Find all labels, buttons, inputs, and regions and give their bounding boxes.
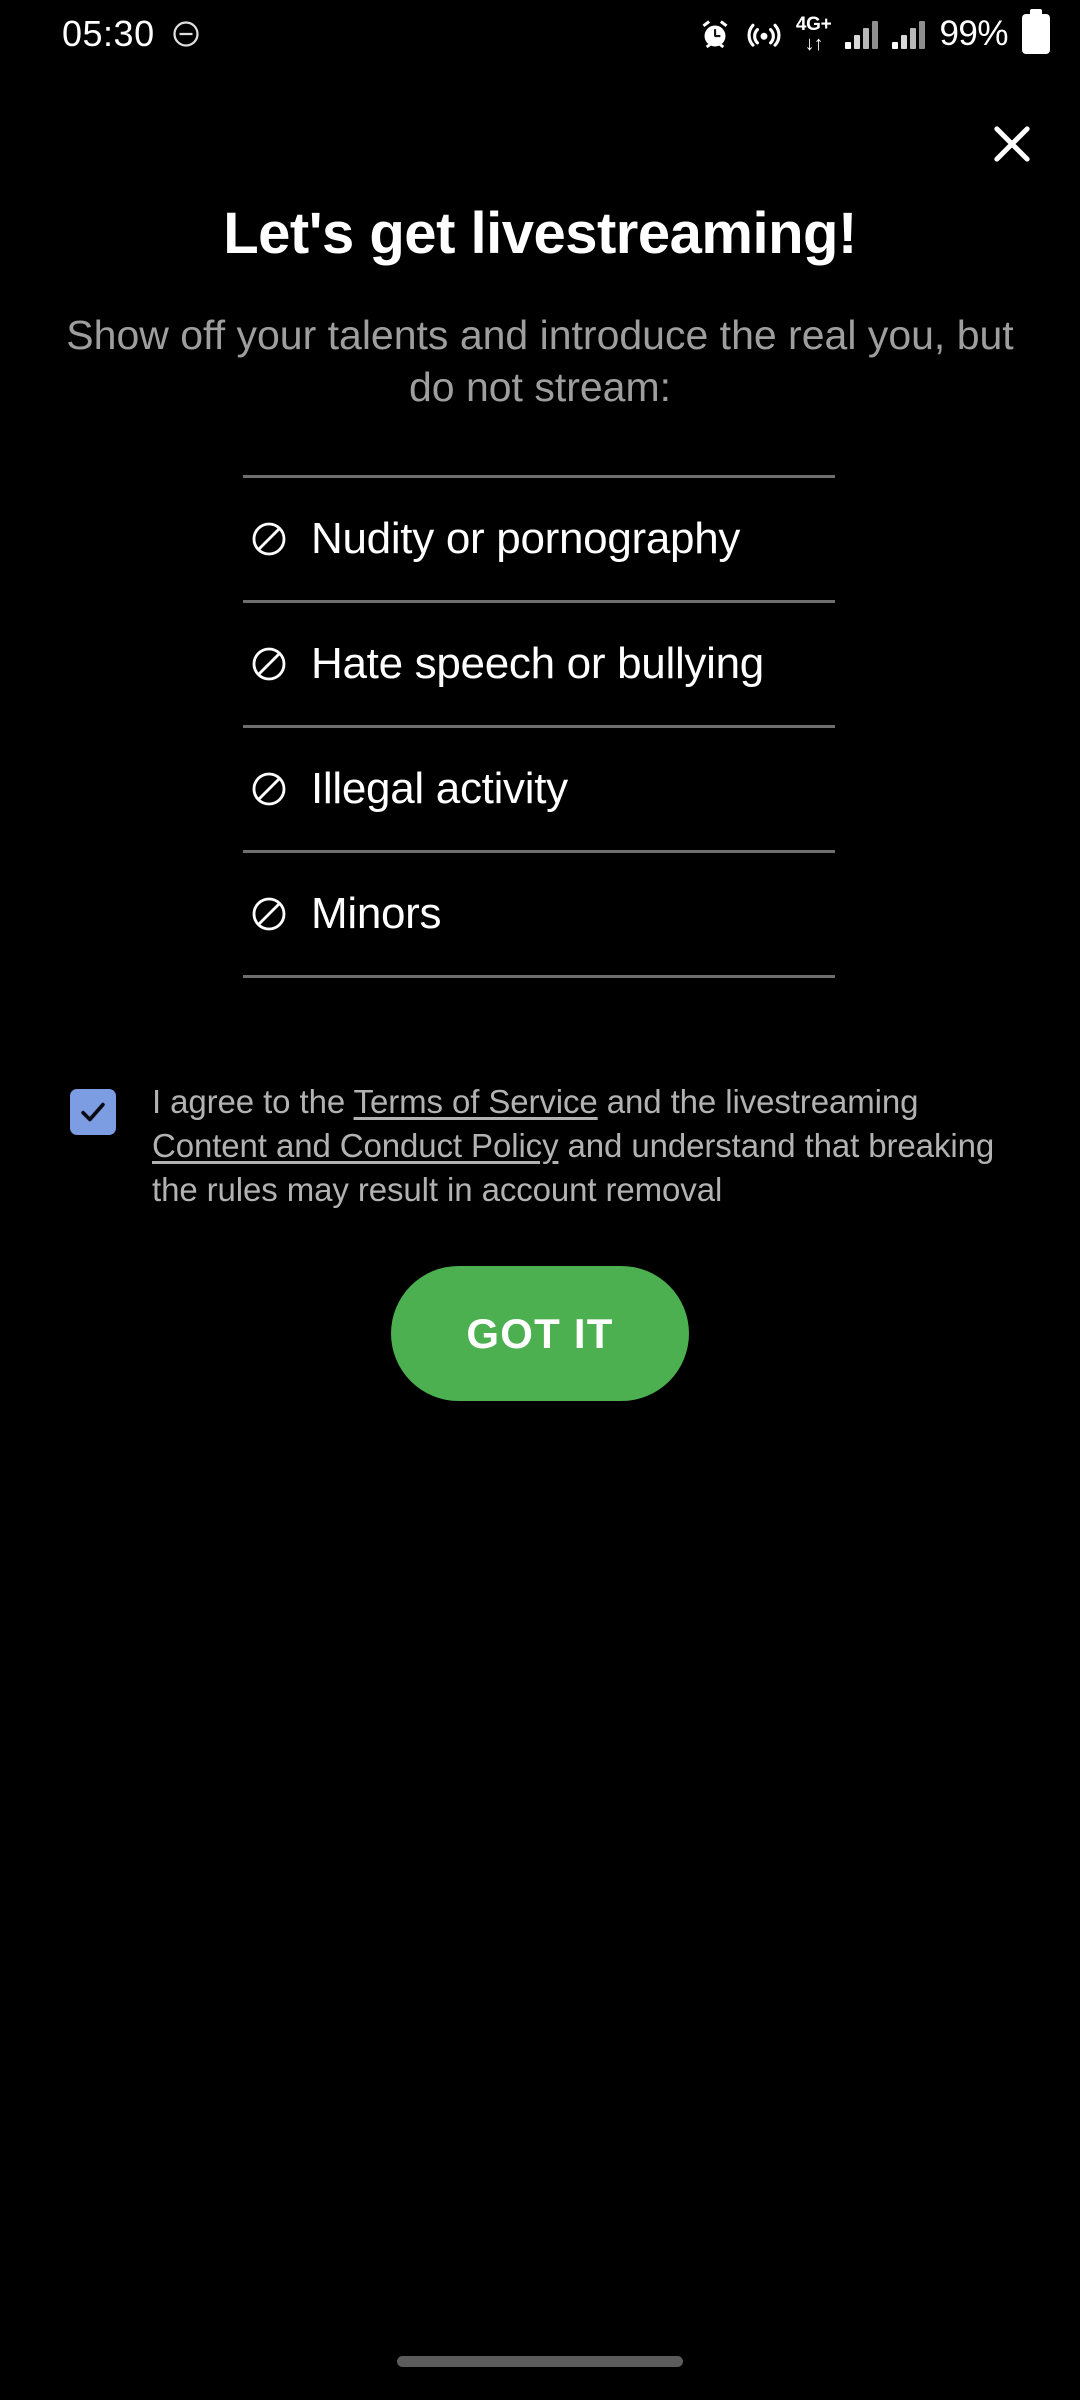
checkmark-icon [81,1102,105,1122]
gesture-nav-handle[interactable] [397,2356,683,2367]
status-bar: 05:30 4G+ ↓↑ 99% [0,0,1080,68]
prohibited-icon [249,519,289,559]
app-screen: 05:30 4G+ ↓↑ 99% Let's get livestreaming… [0,0,1080,2400]
data-transfer-arrows: ↓↑ [804,33,824,55]
battery-percent-label: 99% [939,14,1008,53]
list-item: Nudity or pornography [243,478,835,600]
terms-of-service-link[interactable]: Terms of Service [354,1083,598,1120]
hotspot-icon [746,16,782,52]
page-subtitle: Show off your talents and introduce the … [66,312,1014,410]
cta-container: GOT IT [0,1266,1080,1401]
signal-bars-sim2 [892,19,926,49]
list-item-label: Nudity or pornography [311,514,741,563]
status-bar-left: 05:30 [62,13,201,55]
list-item-label: Hate speech or bullying [311,639,764,688]
divider [243,975,835,978]
list-item: Minors [243,853,835,975]
prohibited-icon [249,769,289,809]
do-not-disturb-icon [171,19,201,49]
signal-bars-sim1 [845,19,879,49]
close-icon [986,118,1038,175]
content-conduct-policy-link[interactable]: Content and Conduct Policy [152,1127,559,1164]
close-button[interactable] [976,110,1048,182]
list-item: Hate speech or bullying [243,603,835,725]
list-item-label: Minors [311,889,442,938]
agreement-text-part1: I agree to the [152,1083,354,1120]
list-item: Illegal activity [243,728,835,850]
network-type-indicator: 4G+ ↓↑ [795,14,832,55]
agreement-text: I agree to the Terms of Service and the … [152,1080,1010,1213]
prohibited-rules-list: Nudity or pornography Hate speech or bul… [243,475,835,978]
battery-full-icon [1022,9,1050,54]
status-bar-right: 4G+ ↓↑ 99% [698,9,1050,55]
agreement-row: I agree to the Terms of Service and the … [70,1080,1010,1213]
network-type-label: 4G+ [795,14,832,35]
agreement-checkbox[interactable] [70,1089,116,1135]
status-time: 05:30 [62,13,155,54]
agreement-text-part2: and the livestreaming [597,1083,919,1120]
prohibited-icon [249,894,289,934]
list-item-label: Illegal activity [311,764,568,813]
prohibited-icon [249,644,289,684]
alarm-clock-icon [698,17,732,51]
page-title: Let's get livestreaming! [223,201,857,266]
got-it-button[interactable]: GOT IT [391,1266,689,1401]
